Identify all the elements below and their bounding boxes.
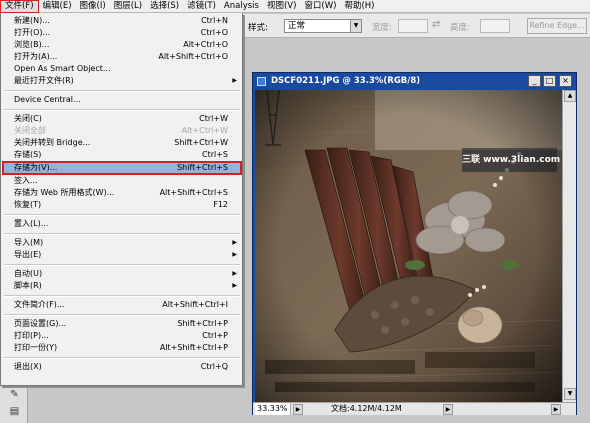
- separator: [4, 214, 240, 216]
- width-field[interactable]: [398, 19, 428, 33]
- width-label: 宽度:: [372, 23, 392, 33]
- scroll-up-icon[interactable]: ▲: [564, 90, 576, 102]
- submenu-arrow-icon: ▶: [232, 251, 237, 258]
- vertical-scrollbar[interactable]: ▲ ▼: [562, 90, 576, 402]
- status-arrow-icon[interactable]: ▶: [443, 404, 453, 415]
- maximize-button[interactable]: □: [543, 75, 556, 87]
- submenu-arrow-icon: ▶: [232, 282, 237, 289]
- status-menu-icon[interactable]: ▶: [293, 404, 303, 415]
- menu-item-open-as[interactable]: 打开为(A)... Alt+Shift+Ctrl+O: [2, 51, 242, 63]
- minimize-button[interactable]: _: [528, 75, 541, 87]
- image-canvas[interactable]: 三联 www.3lian.com: [255, 90, 562, 402]
- menu-help[interactable]: 帮助(H): [340, 0, 378, 13]
- menu-item-import[interactable]: 导入(M) ▶: [2, 237, 242, 249]
- menu-select[interactable]: 选择(S): [146, 0, 183, 13]
- document-window: DSCF0211.JPG @ 33.3%(RGB/8) _ □ × 三联 www…: [252, 72, 577, 415]
- options-bar: 样式: 正常 ▼ 宽度: ⇄ 高度: Refine Edge...: [242, 14, 590, 38]
- submenu-arrow-icon: ▶: [232, 239, 237, 246]
- document-size: 文档:4.12M/4.12M: [331, 404, 402, 413]
- separator: [4, 295, 240, 297]
- document-title: DSCF0211.JPG @ 33.3%(RGB/8): [271, 76, 421, 86]
- scroll-down-icon[interactable]: ▼: [564, 388, 576, 400]
- separator: [4, 109, 240, 111]
- menu-view[interactable]: 视图(V): [263, 0, 300, 13]
- menu-item-save-as[interactable]: 存储为(V)... Shift+Ctrl+S: [2, 161, 242, 175]
- separator: [4, 264, 240, 266]
- menu-item-print[interactable]: 打印(P)... Ctrl+P: [2, 330, 242, 342]
- menu-analysis[interactable]: Analysis: [220, 0, 263, 13]
- separator: [4, 233, 240, 235]
- menu-item-close[interactable]: 关闭(C) Ctrl+W: [2, 113, 242, 125]
- hscroll-right-icon[interactable]: ▶: [551, 404, 561, 415]
- menu-item-save[interactable]: 存储(S) Ctrl+S: [2, 149, 242, 161]
- menu-item-new[interactable]: 新建(N)... Ctrl+N: [2, 15, 242, 27]
- photo: [255, 90, 562, 402]
- toolbox: ✎ ▤: [0, 386, 28, 423]
- menu-item-device-central[interactable]: Device Central...: [2, 94, 242, 106]
- menu-item-browse[interactable]: 浏览(B)... Alt+Ctrl+O: [2, 39, 242, 51]
- status-bar: 33.33% ▶ 文档:4.12M/4.12M ▶ ▶: [253, 402, 576, 415]
- document-icon: [257, 77, 266, 86]
- separator: [4, 357, 240, 359]
- menu-file[interactable]: 文件(F): [0, 0, 39, 13]
- menu-edit[interactable]: 编辑(E): [39, 0, 76, 13]
- submenu-arrow-icon: ▶: [232, 270, 237, 277]
- menu-item-recent-files[interactable]: 最近打开文件(R) ▶: [2, 75, 242, 87]
- file-menu: 新建(N)... Ctrl+N 打开(O)... Ctrl+O 浏览(B)... Al…: [0, 13, 243, 386]
- menu-item-automate[interactable]: 自动(U) ▶: [2, 268, 242, 280]
- notes-tool-icon[interactable]: ▤: [8, 406, 21, 418]
- menu-item-print-one-copy[interactable]: 打印一份(Y) Alt+Shift+Ctrl+P: [2, 342, 242, 354]
- style-select[interactable]: 正常 ▼: [284, 19, 362, 33]
- menu-item-open-smart-object[interactable]: Open As Smart Object...: [2, 63, 242, 75]
- menu-item-open[interactable]: 打开(O)... Ctrl+O: [2, 27, 242, 39]
- close-button[interactable]: ×: [559, 75, 572, 87]
- menu-image[interactable]: 图像(I): [76, 0, 110, 13]
- menu-item-file-info[interactable]: 文件简介(F)... Alt+Shift+Ctrl+I: [2, 299, 242, 311]
- document-titlebar[interactable]: DSCF0211.JPG @ 33.3%(RGB/8) _ □ ×: [253, 73, 576, 90]
- menu-item-close-all[interactable]: 关闭全部 Alt+Ctrl+W: [2, 125, 242, 137]
- swap-icon[interactable]: ⇄: [432, 19, 440, 30]
- menu-item-close-go-bridge[interactable]: 关闭并转到 Bridge... Shift+Ctrl+W: [2, 137, 242, 149]
- separator: [4, 314, 240, 316]
- menu-item-save-for-web[interactable]: 存储为 Web 所用格式(W)... Alt+Shift+Ctrl+S: [2, 187, 242, 199]
- menu-window[interactable]: 窗口(W): [300, 0, 340, 13]
- menu-layer[interactable]: 图层(L): [110, 0, 146, 13]
- refine-edge-button[interactable]: Refine Edge...: [527, 18, 587, 34]
- zoom-field[interactable]: 33.33%: [255, 403, 291, 415]
- separator: [4, 90, 240, 92]
- style-label: 样式:: [248, 23, 268, 33]
- menu-item-place[interactable]: 置入(L)...: [2, 218, 242, 230]
- menu-item-check-in[interactable]: 签入...: [2, 175, 242, 187]
- height-label: 高度:: [450, 23, 470, 33]
- menu-item-export[interactable]: 导出(E) ▶: [2, 249, 242, 261]
- watermark: 三联 www.3lian.com: [462, 148, 560, 172]
- menu-item-exit[interactable]: 退出(X) Ctrl+Q: [2, 361, 242, 373]
- menu-item-revert[interactable]: 恢复(T) F12: [2, 199, 242, 211]
- height-field[interactable]: [480, 19, 510, 33]
- submenu-arrow-icon: ▶: [232, 77, 237, 84]
- menubar: 文件(F) 编辑(E) 图像(I) 图层(L) 选择(S) 滤镜(T) Anal…: [0, 0, 590, 13]
- style-value: 正常: [288, 21, 306, 31]
- menu-item-scripts[interactable]: 脚本(R) ▶: [2, 280, 242, 292]
- pen-tool-icon[interactable]: ✎: [8, 389, 21, 401]
- menu-filter[interactable]: 滤镜(T): [183, 0, 220, 13]
- menu-item-page-setup[interactable]: 页面设置(G)... Shift+Ctrl+P: [2, 318, 242, 330]
- chevron-down-icon: ▼: [350, 20, 361, 32]
